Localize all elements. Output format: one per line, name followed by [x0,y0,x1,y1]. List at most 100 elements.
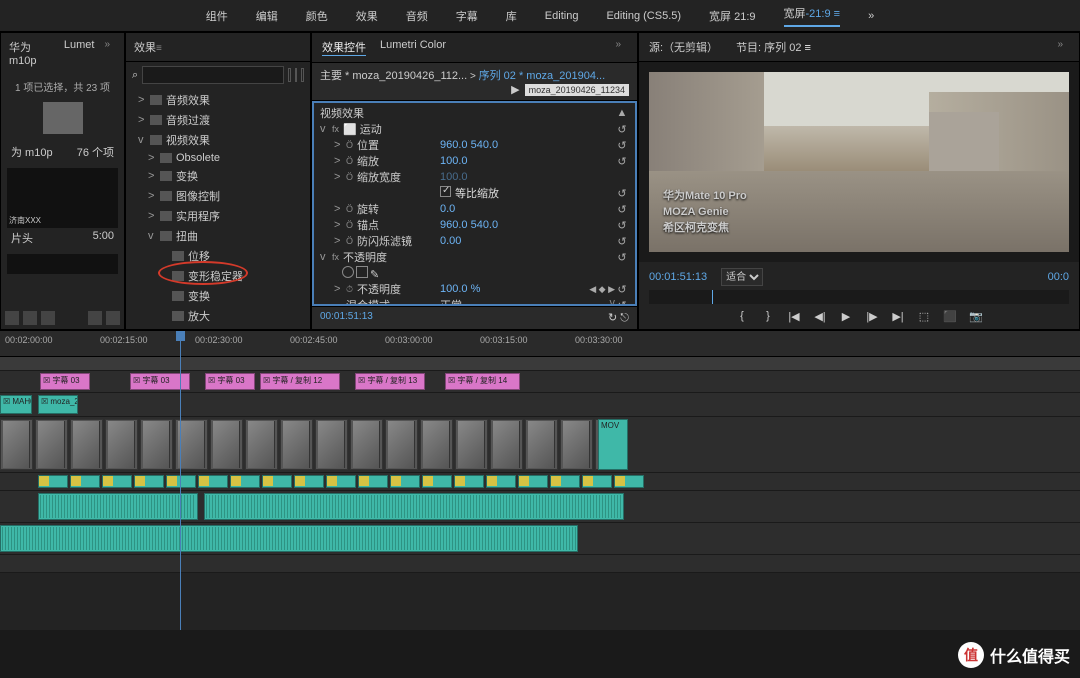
timeline-clip[interactable] [210,419,243,470]
timeline-clip[interactable] [560,419,593,470]
effect-tree-item[interactable]: >实用程序 [130,206,306,226]
stopwatch-icon[interactable]: Ö [346,204,353,214]
list-view-icon[interactable] [5,311,19,325]
timeline-clip[interactable] [230,475,260,488]
audio-clip[interactable] [0,525,578,552]
timeline-clip[interactable] [38,475,68,488]
go-in-icon[interactable]: |◀ [785,308,803,324]
effect-tree-item[interactable]: 旋转 [130,326,306,329]
stopwatch-icon[interactable]: Ö [346,220,353,230]
effect-tree-item[interactable]: 变形稳定器 [130,266,306,286]
timeline-clip[interactable]: ☒ 字幕 03 [40,373,90,390]
menu-item[interactable]: 编辑 [256,8,278,24]
menu-item[interactable]: 效果 [356,8,378,24]
panel-menu-icon[interactable]: » [104,39,116,67]
track-v3[interactable]: ☒ 字幕 03☒ 字幕 03☒ 字幕 03☒ 字幕 / 复制 12☒ 字幕 / … [0,371,1080,393]
menu-item[interactable]: 字幕 [456,8,478,24]
program-timecode[interactable]: 00:01:51:13 [649,271,707,283]
timeline-clip[interactable] [614,475,644,488]
prop-value[interactable]: 100.0 % [440,283,589,295]
timeline-clip[interactable] [102,475,132,488]
panel-menu-icon[interactable]: » [1057,39,1069,55]
freeform-view-icon[interactable] [41,311,55,325]
reset-icon[interactable]: ↺ [615,139,629,152]
timeline-clip[interactable] [245,419,278,470]
lumetri-color-tab[interactable]: Lumetri Color [380,39,446,56]
timeline-clip[interactable] [294,475,324,488]
lumetri-tab[interactable]: Lumet [64,39,95,67]
timeline-clip[interactable]: ☒ 字幕 / 复制 12 [260,373,340,390]
effect-tree-item[interactable]: v扭曲 [130,226,306,246]
timeline-clip[interactable]: ☒ 字幕 / 复制 14 [445,373,520,390]
timeline-clip[interactable] [486,475,516,488]
timeline-clip[interactable] [420,419,453,470]
timeline-clip[interactable]: ☒ 字幕 03 [130,373,190,390]
blend-mode-dropdown[interactable]: 正常 v [440,297,615,306]
track-v1-fx[interactable] [0,473,1080,491]
loop-icon[interactable]: ↻ [608,312,617,324]
timeline-clip[interactable] [422,475,452,488]
audio-clip[interactable] [38,493,198,520]
source-tab[interactable]: 源:（无剪辑） [649,39,718,55]
timeline-clip[interactable] [350,419,383,470]
export-frame-icon[interactable]: 📷 [967,308,985,324]
playhead[interactable] [180,331,181,630]
timeline-clip[interactable] [326,475,356,488]
timeline-clip[interactable] [70,475,100,488]
zoom-dropdown[interactable]: 适合 [721,268,763,286]
timeline-clip[interactable]: ☒ MAH0782 [0,395,32,414]
timeline-clip[interactable] [518,475,548,488]
timeline-clip[interactable] [550,475,580,488]
trash-icon[interactable] [106,311,120,325]
marker-track[interactable] [0,357,1080,371]
menu-item[interactable]: 颜色 [306,8,328,24]
section-toggle[interactable]: ▲ [615,107,629,119]
effect-tree-item[interactable]: >音频效果 [130,90,306,110]
timeline-clip[interactable] [385,419,418,470]
fx-badge-icon[interactable] [295,68,298,82]
track-v1[interactable]: MOV [0,417,1080,473]
reset-icon[interactable]: ↺ [615,283,629,296]
stopwatch-icon[interactable]: ⏱ [346,284,353,295]
timeline-clip[interactable] [70,419,103,470]
timeline-clip[interactable] [134,475,164,488]
effects-search-input[interactable] [142,66,284,84]
timeline-clip[interactable] [315,419,348,470]
panel-menu-icon[interactable]: ≡ [156,43,168,54]
effect-controls-tab[interactable]: 效果控件 [322,39,366,56]
play-icon[interactable]: ▶ [837,308,855,324]
workspace-overflow[interactable]: » [868,10,874,22]
opacity-header[interactable]: 不透明度 [343,249,387,265]
ec-timecode[interactable]: 00:01:51:13 [320,311,373,325]
track-a1[interactable] [0,491,1080,523]
workspace-active[interactable]: 宽屏-21:9 ≡ [784,5,841,27]
program-tab[interactable]: 节目: 序列 02 ≡ [736,39,811,55]
prop-value[interactable]: 0.0 [440,203,615,215]
menu-item[interactable]: 宽屏 21:9 [709,8,755,24]
effects-tab[interactable]: 效果 [134,42,156,54]
timeline-clip[interactable] [454,475,484,488]
clip-thumbnail[interactable] [7,254,118,274]
effect-tree-item[interactable]: 位移 [130,246,306,266]
timeline-clip[interactable] [0,419,33,470]
mark-out-icon[interactable]: } [759,308,777,324]
mask-tools[interactable]: ✎ [320,266,440,281]
stopwatch-icon[interactable]: Ö [346,156,353,166]
track-v2[interactable]: ☒ MAH0782☒ moza_20 [0,393,1080,417]
effect-tree-item[interactable]: >Obsolete [130,150,306,166]
menu-item[interactable]: 组件 [206,8,228,24]
icon-view-icon[interactable] [23,311,37,325]
timeline-clip[interactable] [105,419,138,470]
track-a3[interactable] [0,555,1080,573]
go-out-icon[interactable]: ▶| [889,308,907,324]
export-icon[interactable]: ⎋ [620,312,629,324]
timeline-clip[interactable] [390,475,420,488]
timeline-clip[interactable] [525,419,558,470]
stopwatch-icon[interactable]: Ö [346,140,353,150]
stopwatch-icon[interactable]: Ö [346,236,353,246]
reset-icon[interactable]: ↺ [615,219,629,232]
timeline-clip[interactable] [262,475,292,488]
time-ruler[interactable]: 00:02:00:0000:02:15:0000:02:30:0000:02:4… [0,331,1080,357]
clip-thumbnail[interactable]: 济南XXX [7,168,118,228]
fx-badge-icon[interactable] [288,68,291,82]
